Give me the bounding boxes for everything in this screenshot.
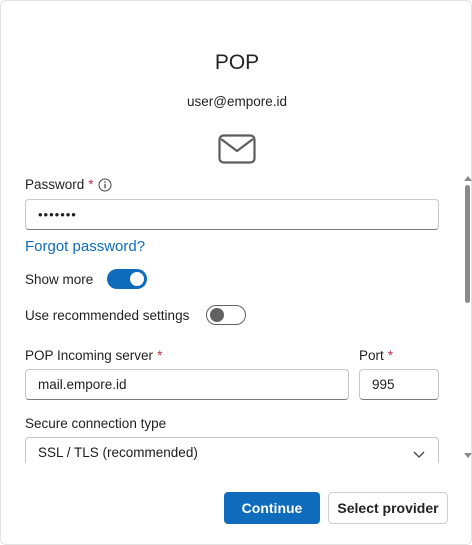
incoming-server-label: POP Incoming server * — [25, 348, 163, 363]
show-more-label: Show more — [25, 272, 94, 287]
toggle-knob — [210, 308, 224, 322]
password-label: Password * — [25, 177, 94, 192]
continue-button[interactable]: Continue — [224, 492, 320, 524]
password-field[interactable]: ••••••• — [25, 199, 439, 230]
use-recommended-label: Use recommended settings — [25, 308, 190, 323]
use-recommended-toggle[interactable] — [206, 305, 246, 325]
required-marker: * — [387, 348, 394, 363]
port-field[interactable]: 995 — [359, 369, 439, 400]
scroll-up-arrow-icon[interactable] — [464, 176, 472, 181]
account-email: user@empore.id — [187, 94, 287, 109]
incoming-server-field[interactable]: mail.empore.id — [25, 369, 349, 400]
dialog-title: POP — [214, 51, 260, 74]
dialog-window: POP user@empore.id Password * ••••••• For… — [0, 0, 472, 545]
required-marker: * — [88, 177, 94, 192]
secure-connection-select[interactable]: SSL / TLS (recommended) — [25, 437, 439, 463]
scrollbar[interactable] — [463, 171, 472, 463]
forgot-password-link[interactable]: Forgot password? — [25, 238, 145, 255]
secure-connection-value: SSL / TLS (recommended) — [38, 445, 198, 460]
select-provider-button[interactable]: Select provider — [328, 492, 448, 524]
show-more-toggle[interactable] — [107, 269, 147, 289]
required-marker: * — [157, 348, 163, 363]
chevron-down-icon — [413, 451, 425, 458]
info-icon[interactable] — [98, 178, 112, 192]
secure-connection-label: Secure connection type — [25, 416, 167, 431]
scroll-down-arrow-icon[interactable] — [464, 453, 472, 458]
toggle-knob — [130, 272, 144, 286]
mail-icon — [218, 134, 256, 164]
form-scroll-area[interactable]: Password * ••••••• Forgot password? Show … — [1, 171, 472, 463]
port-label: Port * — [359, 348, 394, 363]
scrollbar-thumb[interactable] — [465, 185, 470, 303]
